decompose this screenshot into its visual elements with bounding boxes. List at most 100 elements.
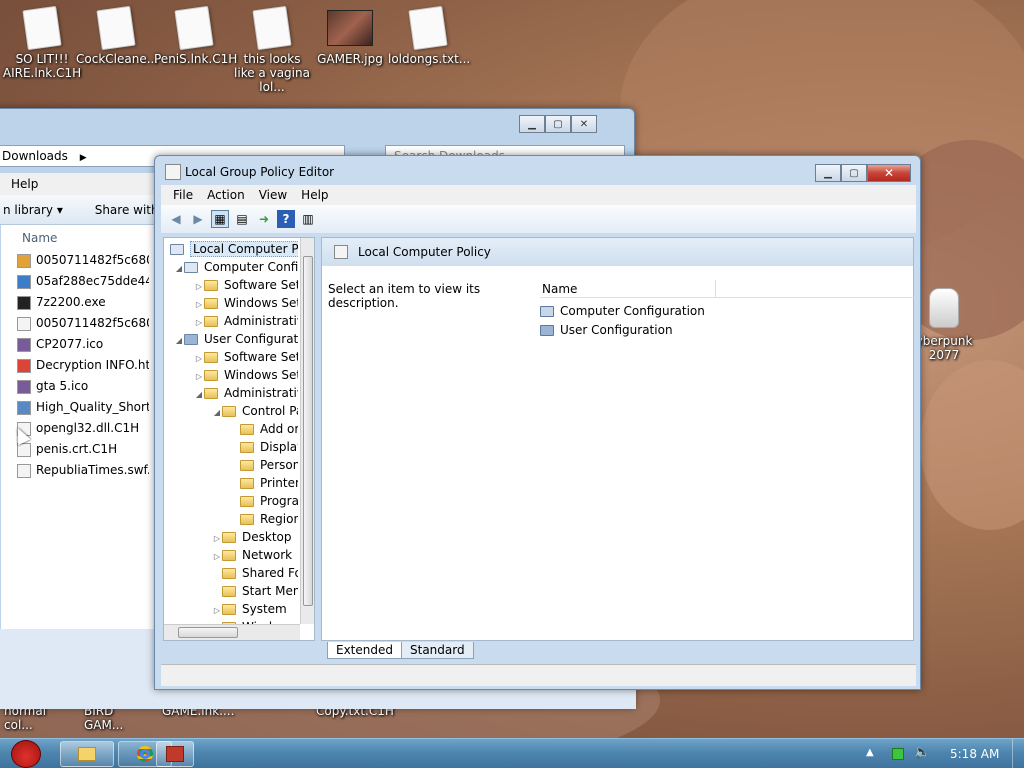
desktop-icon[interactable]: CockCleane... [76,5,158,66]
expand-arrow-icon[interactable]: ▷ [194,368,204,384]
user-icon [540,325,554,336]
collapse-arrow-icon[interactable]: ◢ [174,332,184,348]
tree-node[interactable]: Printer [230,474,298,492]
expand-arrow-icon[interactable]: ▷ [212,548,222,564]
expand-arrow-icon[interactable]: ▷ [194,296,204,312]
file-row[interactable]: 7z2200.exe [17,292,149,312]
taskbar-explorer-button[interactable] [60,741,114,767]
minimize-button[interactable]: ▁ [815,164,841,182]
tree-node[interactable]: ▷ Network [212,546,298,564]
network-icon[interactable] [892,748,904,760]
doc-icon [17,463,31,478]
file-row[interactable]: RepubliaTimes.swf.C1 [17,460,149,480]
file-name: 7z2200.exe [36,295,106,309]
tree-node-label: Administrative [224,386,298,400]
tree-node-label: Add or [260,422,298,436]
column-header-name[interactable]: Name [540,280,716,298]
menu-action[interactable]: Action [207,188,245,202]
file-row[interactable]: penis.crt.C1H [17,439,149,459]
tree-node[interactable]: ◢ Administrative [194,384,298,402]
properties-icon[interactable]: ▤ [233,210,251,228]
file-name: 05af288ec75dde44a9c [36,274,149,288]
tree-node[interactable]: ▷ Administrative [194,312,298,330]
file-row[interactable]: High_Quality_Shortcu [17,397,149,417]
minimize-button[interactable]: ▁ [519,115,545,133]
tree-node[interactable]: Shared Fol [212,564,298,582]
forward-arrow-icon[interactable]: ▶ [189,210,207,228]
desktop-icon-label: loldongs.txt... [388,52,471,66]
tree-node[interactable]: Start Menu [212,582,298,600]
include-library-button[interactable]: n library ▾ [3,203,63,217]
tree-node[interactable]: ◢ User Configuratio [174,330,298,348]
filter-icon[interactable]: ▥ [299,210,317,228]
menu-help[interactable]: Help [11,177,38,191]
tree-vertical-scrollbar[interactable] [300,238,314,624]
volume-icon[interactable]: 🔈 [914,745,930,760]
tree-node[interactable]: ▷ Desktop [212,528,298,546]
file-row[interactable]: Decryption INFO.htm [17,355,149,375]
back-arrow-icon[interactable]: ◀ [167,210,185,228]
maximize-button[interactable]: ▢ [545,115,571,133]
tree-node[interactable]: ▷ System [212,600,298,618]
start-button[interactable] [4,739,48,768]
expand-arrow-icon[interactable]: ▷ [212,530,222,546]
expand-arrow-icon[interactable]: ▷ [194,314,204,330]
file-row[interactable]: 0050711482f5c6800c6 [17,313,149,333]
menu-file[interactable]: File [173,188,193,202]
tree-node[interactable]: Local Computer Polic [168,240,298,258]
show-tree-icon[interactable]: ▦ [211,210,229,228]
close-button[interactable]: ✕ [867,164,911,182]
file-name: penis.crt.C1H [36,442,118,456]
tree-node[interactable]: Person [230,456,298,474]
tree-node[interactable]: ◢ Computer Config [174,258,298,276]
help-icon[interactable]: ? [277,210,295,228]
file-row[interactable]: gta 5.ico [17,376,149,396]
clock[interactable]: 5:18 AM [950,747,999,761]
file-row[interactable]: 05af288ec75dde44a9c [17,271,149,291]
folder-icon [204,352,218,363]
menu-help[interactable]: Help [301,188,328,202]
tree-node[interactable]: Add or [230,420,298,438]
column-header-name[interactable]: Name [22,231,57,245]
tree-node[interactable]: ◢ Control Pa [212,402,298,420]
policy-item-label: Computer Configuration [560,304,705,318]
desktop-icon[interactable]: GAMER.jpg [310,8,390,66]
file-name: CP2077.ico [36,337,104,351]
close-button[interactable]: ✕ [571,115,597,133]
explorer-icon [78,747,96,761]
tree-node-label: Progra [260,494,298,508]
expand-arrow-icon[interactable]: ▷ [212,602,222,618]
menu-view[interactable]: View [259,188,287,202]
collapse-arrow-icon[interactable]: ◢ [174,260,184,276]
tree-node[interactable]: ▷ Windows Sett [194,294,298,312]
show-hidden-icons[interactable]: ▲ [866,747,874,758]
tree-node[interactable]: ▷ Software Setti [194,276,298,294]
policy-item[interactable]: Computer Configuration [540,302,840,320]
file-row[interactable]: opengl32.dll.C1H [17,418,149,438]
expand-arrow-icon[interactable]: ▷ [194,278,204,294]
tree-horizontal-scrollbar[interactable] [164,624,300,640]
tree-node[interactable]: ▷ Windows Sett [194,366,298,384]
file-row[interactable]: 0050711482f5c6800c6 [17,250,149,270]
desktop-icon[interactable]: SO LIT!!! AIRE.lnk.C1H [2,5,82,80]
show-desktop-button[interactable] [1012,739,1024,768]
maximize-button[interactable]: ▢ [841,164,867,182]
tree-node[interactable]: ▷ Software Setti [194,348,298,366]
desktop-icon[interactable]: loldongs.txt... [388,5,471,66]
collapse-arrow-icon[interactable]: ◢ [212,404,222,420]
export-list-icon[interactable]: ➜ [255,210,273,228]
tree-node[interactable]: Progra [230,492,298,510]
expand-arrow-icon[interactable]: ▷ [194,350,204,366]
file-row[interactable]: CP2077.ico [17,334,149,354]
collapse-arrow-icon[interactable]: ◢ [194,386,204,402]
gpedit-window[interactable]: Local Group Policy Editor ▁ ▢ ✕ File Acti… [154,155,921,690]
tab-standard[interactable]: Standard [401,642,474,659]
desktop-icon[interactable]: this looks like a vagina lol... [232,5,312,94]
desktop-icon[interactable]: PeniS.lnk.C1H [154,5,237,66]
tab-extended[interactable]: Extended [327,642,402,659]
tree-node[interactable]: Region [230,510,298,528]
tree-node[interactable]: Display [230,438,298,456]
tree-pane[interactable]: Local Computer Polic◢Computer Config▷Sof… [163,237,315,641]
policy-item[interactable]: User Configuration [540,321,840,339]
taskbar-gpedit-button[interactable] [156,741,194,767]
